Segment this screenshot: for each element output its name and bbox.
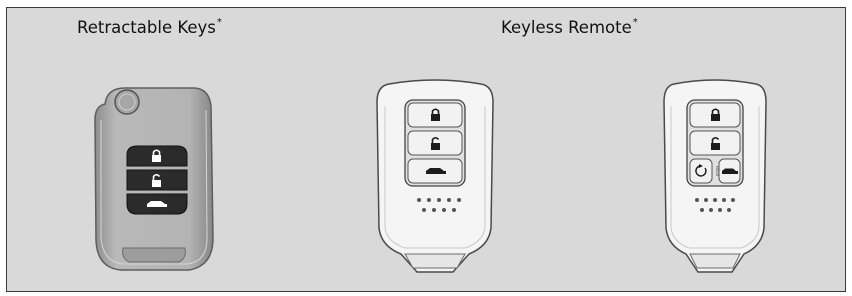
keyless-remote-fob <box>376 79 494 273</box>
unlock-button <box>407 130 463 156</box>
lock-button <box>407 102 463 128</box>
retractable-keys-heading: Retractable Keys* <box>77 16 222 38</box>
retractable-keys-title: Retractable Keys <box>77 18 216 37</box>
retractable-key-fob <box>94 87 214 271</box>
unlock-button <box>689 130 741 156</box>
footnote-mark: * <box>216 16 222 28</box>
footnote-mark: * <box>632 16 638 28</box>
lock-button <box>689 102 741 128</box>
remote-start-button <box>689 158 713 184</box>
trunk-button <box>126 193 188 215</box>
lock-button <box>126 145 188 167</box>
hold-label: HOLD <box>715 166 719 177</box>
key-illustration-panel: Retractable Keys* Keyless Remote* HOLD <box>6 7 846 292</box>
keyless-remote-title: Keyless Remote <box>501 18 632 37</box>
keyless-remote-start-fob: HOLD <box>663 79 767 273</box>
trunk-button <box>718 158 741 184</box>
trunk-button <box>407 158 463 184</box>
unlock-button <box>126 169 188 191</box>
keyless-remote-heading: Keyless Remote* <box>501 16 638 38</box>
